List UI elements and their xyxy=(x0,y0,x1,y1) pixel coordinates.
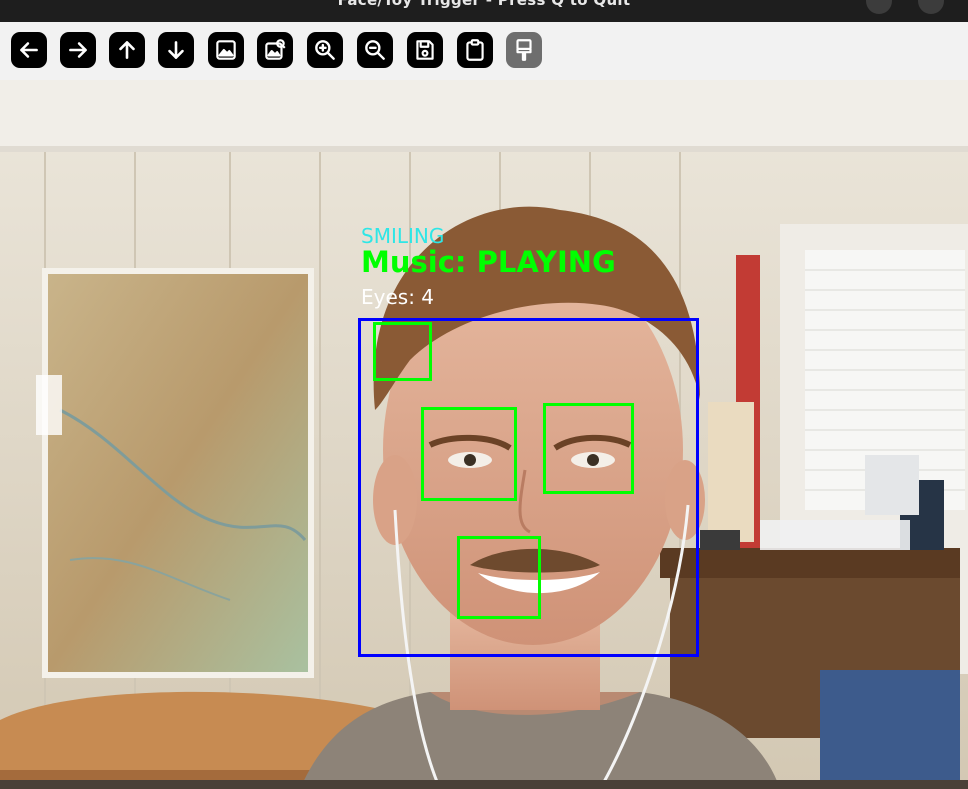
arrow-down-icon xyxy=(168,41,184,59)
eye-detection-box xyxy=(373,322,432,381)
zoom-out-button[interactable] xyxy=(357,32,393,68)
smile-status-label: SMILING xyxy=(361,224,445,248)
pan-down-button[interactable] xyxy=(158,32,194,68)
zoom-original-button[interactable] xyxy=(257,32,293,68)
eye-detection-box xyxy=(421,407,517,501)
zoom-in-button[interactable] xyxy=(307,32,343,68)
zoom-out-icon xyxy=(365,40,385,60)
arrow-right-icon xyxy=(69,42,87,58)
eye-count-label: Eyes: 4 xyxy=(361,285,435,309)
clipboard-icon xyxy=(466,39,484,61)
copy-clipboard-button[interactable] xyxy=(457,32,493,68)
smile-detection-box xyxy=(457,536,541,619)
pan-up-button[interactable] xyxy=(109,32,145,68)
window-titlebar: Face/Toy Trigger - Press Q to Quit xyxy=(0,0,968,22)
save-button[interactable] xyxy=(407,32,443,68)
pan-left-button[interactable] xyxy=(11,32,47,68)
eye-detection-box xyxy=(543,403,634,494)
arrow-up-icon xyxy=(119,41,135,59)
zoom-in-icon xyxy=(315,40,335,60)
pan-right-button[interactable] xyxy=(60,32,96,68)
properties-button[interactable] xyxy=(506,32,542,68)
music-status-label: Music: PLAYING xyxy=(361,245,616,279)
image-search-icon xyxy=(265,39,286,60)
paint-brush-icon xyxy=(516,39,532,61)
zoom-fit-button[interactable] xyxy=(208,32,244,68)
toolbar xyxy=(0,22,968,81)
save-icon xyxy=(416,40,434,60)
image-icon xyxy=(216,40,236,60)
arrow-left-icon xyxy=(20,42,38,58)
minimize-button[interactable] xyxy=(866,0,892,14)
window-title: Face/Toy Trigger - Press Q to Quit xyxy=(337,0,631,9)
close-button[interactable] xyxy=(918,0,944,14)
camera-view: SMILING Music: PLAYING Eyes: 4 xyxy=(0,80,968,789)
